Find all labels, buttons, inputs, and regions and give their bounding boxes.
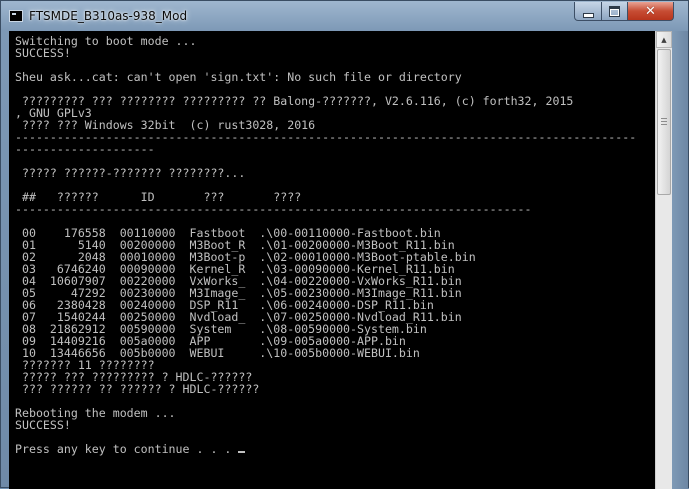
thumb-grip-icon xyxy=(661,124,667,125)
thumb-grip-icon xyxy=(661,121,667,122)
maximize-icon xyxy=(609,5,620,17)
arrow-up-icon: ▲ xyxy=(661,35,667,44)
console-line: -------------------- xyxy=(15,142,155,156)
minimize-button[interactable] xyxy=(574,2,602,21)
console-line: ????????? ??? ???????? ????????? ?? Balo… xyxy=(15,94,574,108)
console-app-icon[interactable] xyxy=(9,10,23,22)
console-line: ----------------------------------------… xyxy=(15,202,532,216)
close-button[interactable]: ✕ xyxy=(627,2,674,21)
console-line: Press any key to continue . . . xyxy=(15,442,239,456)
vertical-scrollbar[interactable]: ▲ xyxy=(655,31,672,489)
thumb-grip-icon xyxy=(661,118,667,119)
maximize-button[interactable] xyxy=(601,2,628,21)
console-line: ??? ?????? ?? ?????? ? HDLC-?????? xyxy=(15,382,260,396)
text-cursor xyxy=(238,451,246,453)
minimize-icon xyxy=(582,12,594,18)
title-bar[interactable]: FTSMDE_B310as-938_Mod ✕ xyxy=(1,1,688,31)
console-window: FTSMDE_B310as-938_Mod ✕ Switching to boo… xyxy=(0,0,689,489)
scroll-up-button[interactable]: ▲ xyxy=(656,31,672,48)
window-title: FTSMDE_B310as-938_Mod xyxy=(29,9,188,23)
window-frame xyxy=(672,31,688,489)
console-output[interactable]: Switching to boot mode ... SUCCESS! Sheu… xyxy=(9,31,655,489)
console-line: SUCCESS! xyxy=(15,46,71,60)
console-line: SUCCESS! xyxy=(15,418,71,432)
console-text: Switching to boot mode ... SUCCESS! Sheu… xyxy=(9,31,655,455)
close-icon: ✕ xyxy=(645,3,656,19)
console-line: Sheu ask...cat: can't open 'sign.txt': N… xyxy=(15,70,462,84)
console-line: ????? ??????-??????? ????????... xyxy=(15,166,246,180)
scrollbar-thumb[interactable] xyxy=(657,49,671,195)
